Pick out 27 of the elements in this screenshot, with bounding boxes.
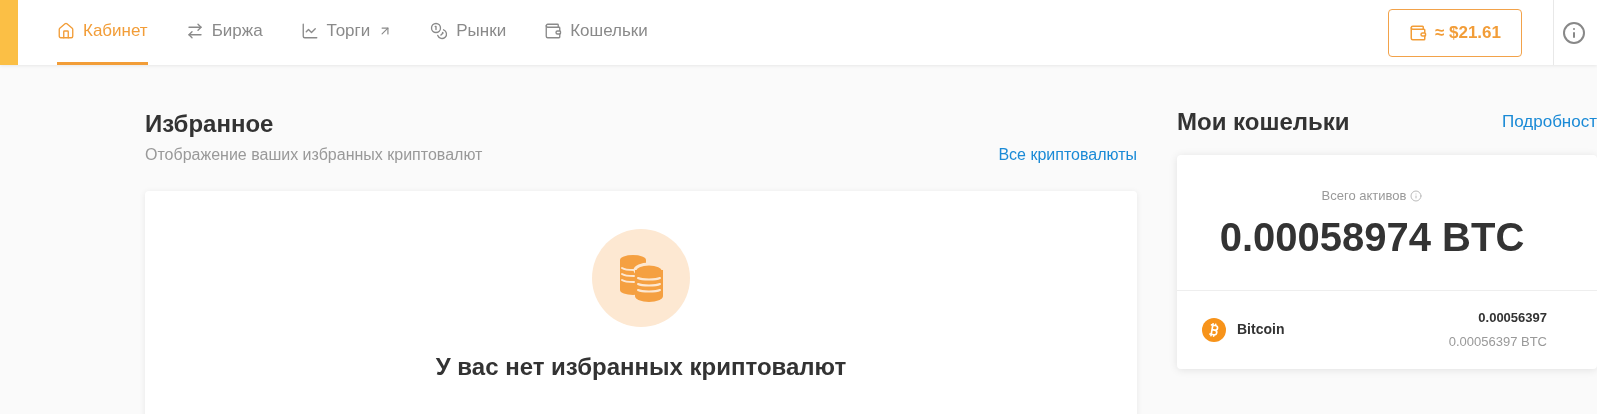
empty-state-title: У вас нет избранных криптовалют (435, 352, 847, 382)
coins-icon (430, 22, 449, 40)
nav-tab[interactable]: Рынки (430, 0, 507, 65)
line-chart-icon (300, 22, 319, 40)
wallet-icon (1408, 23, 1427, 42)
total-assets-label: Всего активов (1321, 187, 1407, 205)
accent-strip (0, 0, 18, 65)
details-link[interactable]: Подробност (1502, 109, 1597, 135)
coin-amount-btc: 0.00056397 BTC (1448, 333, 1547, 351)
coin-name: Bitcoin (1237, 320, 1285, 339)
coin-amount: 0.00056397 (1478, 308, 1547, 327)
nav-tab[interactable]: Кошельки (544, 0, 648, 65)
balance-button[interactable]: ≈ $21.61 (1387, 8, 1522, 57)
info-icon (1410, 189, 1423, 202)
house-icon (57, 22, 75, 40)
total-assets-value: 0.00058974 BTC (1219, 213, 1525, 261)
section-title: Избранное (145, 109, 275, 139)
nav-tab[interactable]: Кабинет (57, 0, 148, 65)
exchange-arrows-icon (185, 22, 204, 40)
section-title: Мои кошельки (1177, 107, 1350, 137)
wallet-icon (544, 22, 563, 40)
bitcoin-coin-icon (1202, 317, 1226, 342)
nav-tab[interactable]: Торги (300, 0, 393, 65)
all-cryptos-link[interactable]: Все криптовалюты (998, 143, 1137, 167)
section-subtitle: Отображение ваших избранных криптовалют (145, 145, 483, 165)
nav-tab[interactable]: Биржа (185, 0, 263, 65)
info-icon (1562, 20, 1586, 45)
